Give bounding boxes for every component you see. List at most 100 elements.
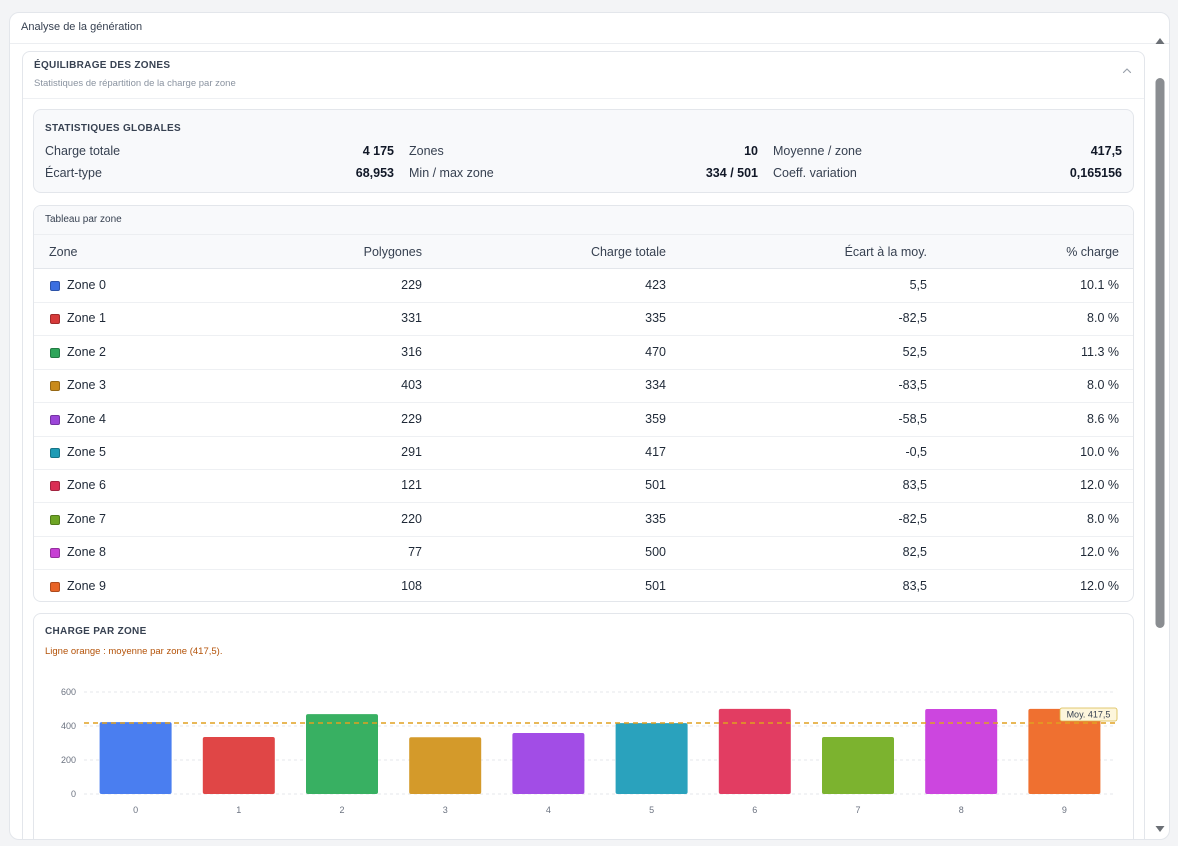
y-tick-label: 400 (61, 721, 76, 731)
panel-scroll-area[interactable]: ÉQUILIBRAGE DES ZONES Statistiques de ré… (10, 44, 1169, 839)
table-row[interactable]: Zone 8 77 500 82,5 12.0 % (34, 536, 1133, 571)
load-chart-card: CHARGE PAR ZONE Ligne orange : moyenne p… (33, 613, 1134, 839)
scrollbar-thumb[interactable] (1155, 78, 1165, 628)
stat-value-mean-zone: 417,5 (1090, 144, 1122, 158)
table-row[interactable]: Zone 1 331 335 -82,5 8.0 % (34, 302, 1133, 337)
cell-deviation: 5,5 (909, 278, 927, 292)
cell-deviation: -58,5 (898, 411, 928, 426)
cell-zone: Zone 0 (67, 278, 106, 292)
zone-color-swatch (50, 347, 60, 358)
stat-label-min-max: Min / max zone (409, 166, 494, 180)
zone-color-swatch (50, 281, 60, 291)
x-tick-label: 1 (236, 805, 241, 815)
column-header-zone[interactable]: Zone (49, 245, 78, 259)
stat-value-coeff-variation: 0,165156 (1069, 166, 1122, 180)
column-header-deviation[interactable]: Écart à la moy. (845, 245, 927, 259)
x-tick-label: 9 (1062, 805, 1067, 815)
zone-color-swatch (50, 448, 60, 458)
cell-zone: Zone 2 (67, 344, 106, 359)
stat-value-std-dev: 68,953 (355, 166, 394, 180)
x-tick-label: 8 (959, 805, 964, 815)
bar-zone-7[interactable] (822, 737, 894, 794)
cell-polygons: 108 (401, 578, 422, 593)
bar-zone-9[interactable] (1028, 708, 1101, 794)
cell-total-load: 335 (645, 511, 666, 526)
cell-zone: Zone 3 (67, 378, 106, 393)
x-tick-label: 5 (649, 805, 654, 815)
cell-percent-load: 8.0 % (1087, 511, 1119, 526)
bar-zone-4[interactable] (512, 732, 585, 794)
table-row[interactable]: Zone 2 316 470 52,5 11.3 % (34, 336, 1133, 370)
cell-percent-load: 12.0 % (1080, 478, 1119, 493)
cell-percent-load: 10.1 % (1080, 278, 1119, 292)
cell-total-load: 423 (645, 278, 666, 292)
vertical-scrollbar[interactable] (1151, 31, 1169, 839)
analysis-panel: Analyse de la génération ÉQUILIBRAGE DES… (9, 12, 1170, 840)
column-header-percent-load[interactable]: % charge (1066, 245, 1119, 259)
chevron-up-icon[interactable] (1120, 64, 1134, 78)
table-row[interactable]: Zone 9 108 501 83,5 12.0 % (34, 570, 1133, 601)
zone-color-swatch (50, 581, 60, 592)
bar-zone-8[interactable] (925, 709, 998, 794)
table-row[interactable]: Zone 5 291 417 -0,5 10.0 % (34, 436, 1133, 470)
column-header-total-load[interactable]: Charge totale (591, 245, 666, 259)
cell-percent-load: 12.0 % (1080, 545, 1119, 560)
zone-table-card: Tableau par zone Zone Polygones Charge t… (33, 205, 1134, 602)
table-row[interactable]: Zone 4 229 359 -58,5 8.6 % (34, 403, 1133, 437)
zone-color-swatch (50, 414, 60, 425)
stat-label-std-dev: Écart-type (45, 166, 102, 180)
bar-zone-5[interactable] (615, 723, 688, 794)
bar-zone-1[interactable] (202, 737, 275, 794)
x-tick-label: 6 (752, 805, 757, 815)
table-row[interactable]: Zone 3 403 334 -83,5 8.0 % (34, 369, 1133, 404)
column-header-polygons[interactable]: Polygones (364, 245, 422, 259)
cell-percent-load: 8.6 % (1087, 411, 1119, 426)
bar-zone-3[interactable] (409, 737, 482, 794)
cell-polygons: 316 (401, 344, 422, 359)
table-row[interactable]: Zone 7 220 335 -82,5 8.0 % (34, 503, 1133, 537)
scroll-down-arrow-icon[interactable] (1155, 826, 1165, 832)
zone-color-swatch (50, 381, 60, 392)
bar-zone-6[interactable] (718, 708, 791, 794)
cell-zone: Zone 1 (67, 311, 106, 326)
section-header[interactable]: ÉQUILIBRAGE DES ZONES Statistiques de ré… (23, 52, 1144, 99)
cell-deviation: 83,5 (902, 478, 927, 493)
stat-label-total-load: Charge totale (45, 144, 121, 158)
load-bar-chart: 600 400 200 0 0 1 2 3 4 5 6 7 8 9 Moy. 417,5 (61, 687, 1118, 815)
cell-polygons: 121 (401, 478, 422, 493)
x-tick-label: 0 (133, 805, 138, 815)
scroll-up-arrow-icon[interactable] (1155, 38, 1165, 44)
mean-label: Moy. 417,5 (1067, 710, 1111, 720)
zone-color-swatch (50, 314, 60, 325)
cell-deviation: -82,5 (898, 511, 928, 526)
cell-total-load: 417 (645, 445, 666, 459)
cell-zone: Zone 6 (67, 478, 106, 493)
cell-percent-load: 10.0 % (1080, 445, 1119, 459)
global-stats-title: STATISTIQUES GLOBALES (45, 123, 181, 134)
bar-zone-0[interactable] (99, 722, 172, 794)
cell-percent-load: 12.0 % (1080, 578, 1119, 593)
cell-deviation: 82,5 (902, 545, 927, 560)
cell-zone: Zone 4 (67, 411, 106, 426)
x-tick-label: 4 (546, 805, 551, 815)
table-row[interactable]: Zone 0 229 423 5,5 10.1 % (34, 269, 1133, 303)
zone-table-title: Tableau par zone (45, 214, 122, 225)
cell-polygons: 331 (401, 311, 422, 326)
section-subtitle: Statistiques de répartition de la charge… (34, 78, 236, 89)
cell-zone: Zone 7 (67, 511, 106, 526)
bar-zone-2[interactable] (306, 714, 378, 794)
cell-polygons: 229 (401, 411, 422, 426)
cell-deviation: -83,5 (898, 378, 928, 393)
table-row[interactable]: Zone 6 121 501 83,5 12.0 % (34, 469, 1133, 504)
zone-table-header: Zone Polygones Charge totale Écart à la … (34, 235, 1133, 269)
cell-polygons: 403 (401, 378, 422, 393)
cell-total-load: 500 (645, 545, 666, 560)
cell-total-load: 501 (645, 578, 666, 593)
cell-total-load: 359 (645, 411, 666, 426)
cell-polygons: 77 (408, 545, 422, 560)
cell-deviation: 83,5 (902, 578, 927, 593)
cell-percent-load: 8.0 % (1087, 378, 1119, 393)
x-tick-label: 2 (339, 805, 344, 815)
panel-title: Analyse de la génération (21, 21, 143, 33)
zone-table-title-bar: Tableau par zone (34, 206, 1133, 235)
